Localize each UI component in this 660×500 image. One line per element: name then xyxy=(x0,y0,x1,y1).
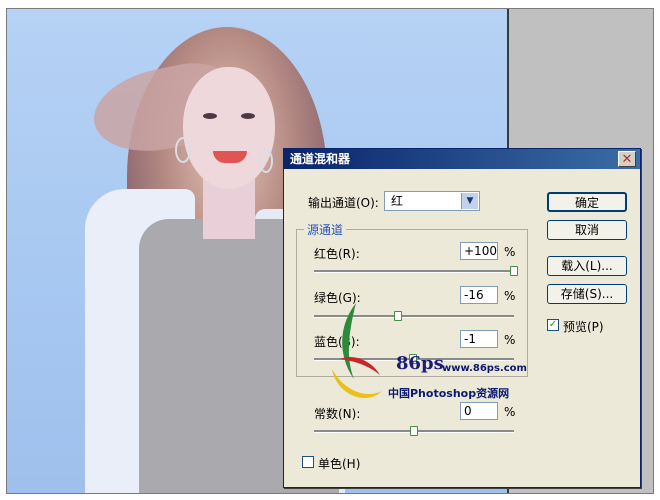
green-unit: % xyxy=(504,289,516,303)
dialog-title: 通道混和器 xyxy=(290,152,351,166)
photo-eye xyxy=(203,113,217,119)
watermark-86ps: 86ps xyxy=(396,353,444,374)
save-button[interactable]: 存储(S)... xyxy=(547,284,627,304)
blue-value-input[interactable]: -1 xyxy=(460,330,498,348)
close-icon: ✕ xyxy=(621,152,633,167)
green-value-input[interactable]: -16 xyxy=(460,286,498,304)
dialog-titlebar[interactable]: 通道混和器 ✕ xyxy=(284,149,640,169)
checkmark-icon: ✓ xyxy=(548,319,558,330)
photo-earring xyxy=(259,149,273,173)
photo-eye xyxy=(241,113,255,119)
monochrome-label: 单色(H) xyxy=(318,457,361,471)
photo-earring xyxy=(175,137,191,163)
output-channel-label: 输出通道(O): xyxy=(308,196,379,210)
preview-checkbox[interactable]: ✓ xyxy=(547,319,559,331)
monochrome-checkbox[interactable] xyxy=(302,456,314,468)
ok-button[interactable]: 确定 xyxy=(547,192,627,212)
constant-unit: % xyxy=(504,405,516,419)
red-slider-track[interactable] xyxy=(314,270,514,273)
watermark-site-name: 中国Photoshop资源网 xyxy=(388,387,510,400)
constant-slider-thumb[interactable] xyxy=(410,426,418,436)
red-label: 红色(R): xyxy=(314,247,360,261)
output-channel-select[interactable]: 红 ▼ xyxy=(384,191,480,211)
blue-unit: % xyxy=(504,333,516,347)
red-value-input[interactable]: +100 xyxy=(460,242,498,260)
close-button[interactable]: ✕ xyxy=(618,151,636,167)
constant-value-input[interactable]: 0 xyxy=(460,402,498,420)
red-slider-thumb[interactable] xyxy=(510,266,518,276)
preview-label: 预览(P) xyxy=(563,320,604,334)
green-slider-thumb[interactable] xyxy=(394,311,402,321)
output-channel-value: 红 xyxy=(391,194,404,208)
source-channels-title: 源通道 xyxy=(304,221,347,238)
red-unit: % xyxy=(504,245,516,259)
chevron-down-icon[interactable]: ▼ xyxy=(461,193,478,209)
watermark-logo xyxy=(332,303,382,399)
watermark-url: www.86ps.com xyxy=(442,363,527,374)
load-button[interactable]: 载入(L)... xyxy=(547,256,627,276)
cancel-button[interactable]: 取消 xyxy=(547,220,627,240)
channel-mixer-dialog: 通道混和器 ✕ 输出通道(O): 红 ▼ 源通道 红色(R): +100 % 绿… xyxy=(283,148,641,488)
